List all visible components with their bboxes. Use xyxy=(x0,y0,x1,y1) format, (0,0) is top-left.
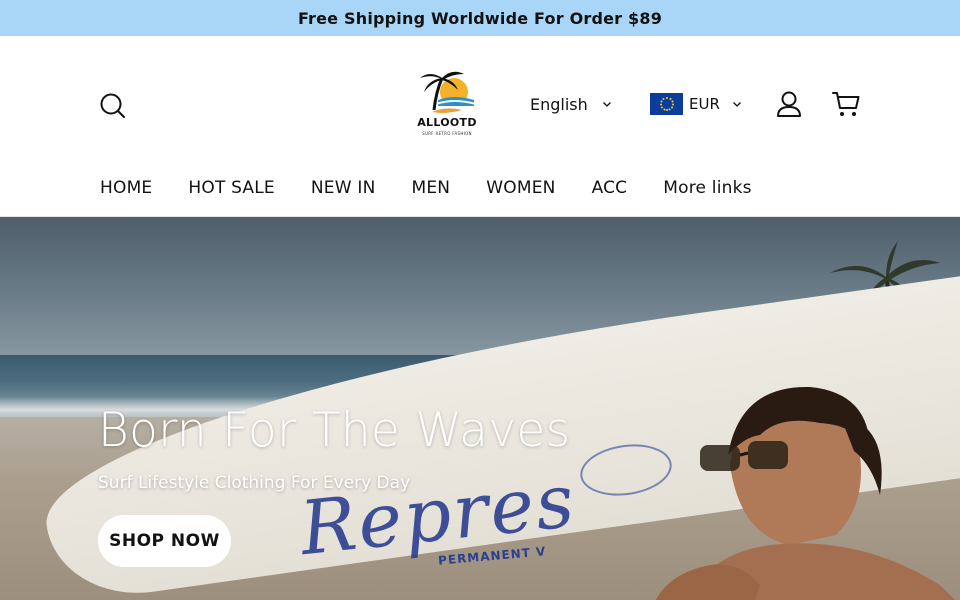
account-button[interactable] xyxy=(775,90,803,118)
nav-item-new-in[interactable]: NEW IN xyxy=(311,178,376,198)
language-selector[interactable]: English xyxy=(530,92,612,116)
eu-flag-icon xyxy=(650,93,683,115)
nav-item-more-links[interactable]: More links xyxy=(663,178,751,198)
language-label: English xyxy=(530,94,588,114)
palm-sun-logo-icon xyxy=(420,71,477,113)
site-logo[interactable]: ALLOOTD SURF RETRO FASHION xyxy=(412,66,482,141)
search-icon xyxy=(100,93,125,118)
user-icon xyxy=(777,91,801,117)
hero-banner: Repres PERMANENT V Born For The Waves Su… xyxy=(0,217,960,600)
nav-item-hot-sale[interactable]: HOT SALE xyxy=(188,178,275,198)
chevron-down-icon xyxy=(602,102,611,107)
search-button[interactable] xyxy=(98,91,128,121)
site-header: ALLOOTD SURF RETRO FASHION English EUR H… xyxy=(0,36,960,217)
nav-item-acc[interactable]: ACC xyxy=(592,178,628,198)
hero-title: Born For The Waves xyxy=(98,403,571,458)
logo-wordmark: ALLOOTD xyxy=(417,116,477,129)
currency-label: EUR xyxy=(689,95,720,113)
announcement-bar: Free Shipping Worldwide For Order $89 xyxy=(0,0,960,36)
nav-item-home[interactable]: HOME xyxy=(100,178,152,198)
announcement-text: Free Shipping Worldwide For Order $89 xyxy=(297,8,663,28)
nav-item-men[interactable]: MEN xyxy=(412,178,451,198)
hero-subtitle: Surf Lifestyle Clothing For Every Day xyxy=(98,473,411,493)
logo-tagline: SURF RETRO FASHION xyxy=(422,131,472,136)
nav-item-women[interactable]: WOMEN xyxy=(486,178,555,198)
currency-selector[interactable]: EUR xyxy=(650,92,742,116)
main-navigation: HOME HOT SALE NEW IN MEN WOMEN ACC More … xyxy=(100,178,788,198)
model-photo xyxy=(655,386,955,600)
cart-button[interactable] xyxy=(831,90,861,118)
cart-icon xyxy=(832,92,860,116)
chevron-down-icon xyxy=(732,102,741,107)
shop-now-button[interactable]: SHOP NOW xyxy=(98,515,231,567)
